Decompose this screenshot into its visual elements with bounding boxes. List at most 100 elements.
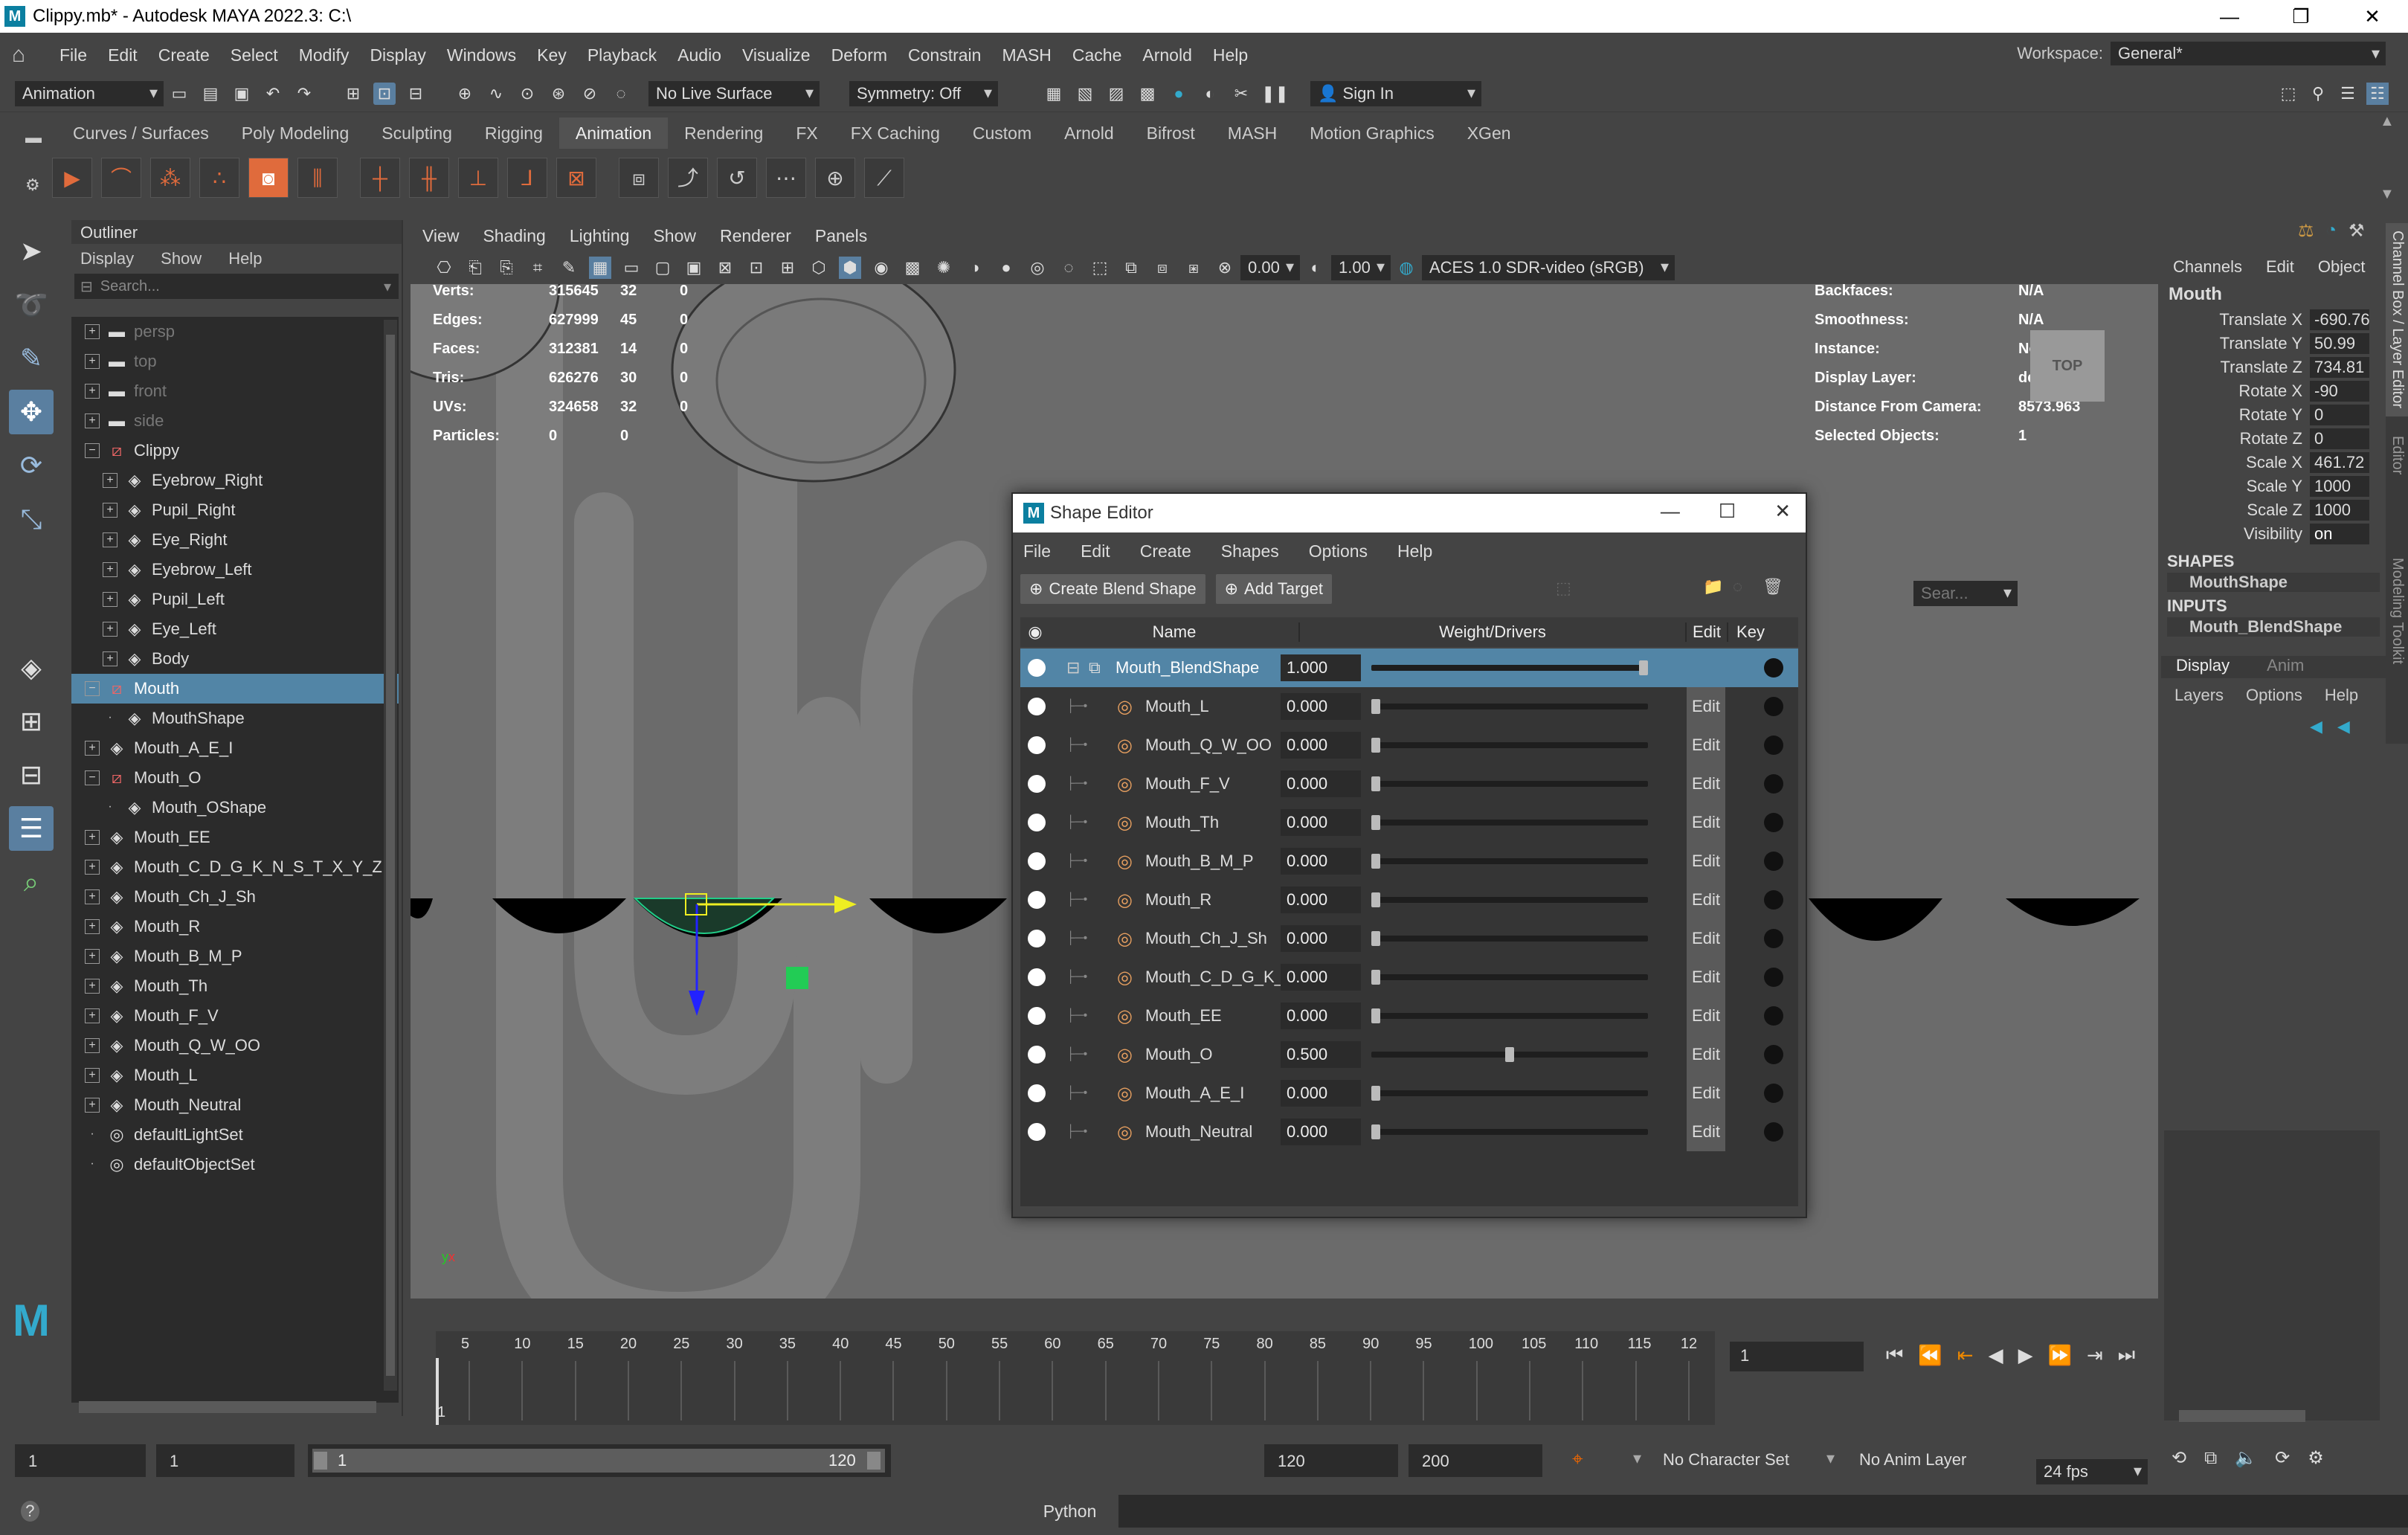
outliner-item[interactable]: − ⧄ Clippy bbox=[71, 436, 399, 466]
expand-toggle-icon[interactable]: + bbox=[85, 354, 100, 369]
anim-layer[interactable]: No Anim Layer bbox=[1859, 1450, 1966, 1470]
single-view-icon[interactable]: ◈ bbox=[9, 646, 54, 690]
key-button-icon[interactable] bbox=[1764, 1084, 1783, 1103]
channel-attr-value[interactable]: -690.76 bbox=[2310, 309, 2369, 330]
shape-menu-create[interactable]: Create bbox=[1140, 541, 1191, 561]
lights-icon[interactable]: ✺ bbox=[933, 257, 955, 279]
fps-dropdown[interactable]: 24 fps bbox=[2036, 1459, 2148, 1484]
create-blend-shape-button[interactable]: ⊕ Create Blend Shape bbox=[1020, 574, 1205, 604]
expand-toggle-icon[interactable]: + bbox=[103, 622, 117, 637]
cache-icon[interactable]: ⧉ bbox=[2204, 1448, 2217, 1469]
outliner-item[interactable]: + ▬ persp bbox=[71, 317, 399, 347]
shape-editor-minimize[interactable]: — bbox=[1661, 500, 1680, 523]
key-button-icon[interactable] bbox=[1764, 852, 1783, 871]
select-hierarchy-icon[interactable]: ⊞ bbox=[342, 83, 364, 105]
time-slider-track[interactable]: 1 5 10 15 20 25 30 35 40 45 50 55 60 65 70 75 80 85 90 95 10… bbox=[436, 1331, 1715, 1425]
select-tool-icon[interactable]: ➤ bbox=[9, 229, 54, 274]
outliner-item[interactable]: − ⧄ Mouth_O bbox=[71, 763, 399, 793]
character-set[interactable]: No Character Set bbox=[1663, 1450, 1789, 1470]
expand-toggle-icon[interactable]: + bbox=[85, 949, 100, 964]
menu-key[interactable]: Key bbox=[527, 45, 577, 65]
bind-skin-icon[interactable]: ⊠ bbox=[556, 158, 596, 198]
shape-node[interactable]: MouthShape bbox=[2167, 573, 2380, 592]
channel-hscrollbar[interactable] bbox=[2179, 1410, 2305, 1422]
weight-slider-handle[interactable] bbox=[1371, 699, 1380, 714]
safe-title-icon[interactable]: ⊞ bbox=[776, 257, 799, 279]
tab-display[interactable]: Display bbox=[2176, 656, 2230, 678]
edit-target-button[interactable]: Edit bbox=[1687, 842, 1725, 881]
expand-toggle-icon[interactable]: + bbox=[103, 651, 117, 666]
time-slider[interactable]: 1 5 10 15 20 25 30 35 40 45 50 55 60 65 70 75 80 85 90 95 10… bbox=[413, 1324, 2161, 1435]
key-button-icon[interactable] bbox=[1764, 774, 1783, 794]
grid-icon[interactable]: ▦ bbox=[589, 257, 611, 279]
unghost-icon[interactable]: ∴ bbox=[199, 158, 239, 198]
play-backward-icon[interactable]: ◀ bbox=[1989, 1344, 2003, 1367]
close-button[interactable]: ✕ bbox=[2337, 0, 2408, 33]
step-forward-frame-icon[interactable]: ⇥ bbox=[2087, 1344, 2103, 1367]
expand-toggle-icon[interactable]: + bbox=[85, 919, 100, 934]
weight-field[interactable]: 0.500 bbox=[1281, 1041, 1361, 1068]
keyframe-icon[interactable]: ⫼ bbox=[297, 158, 338, 198]
weight-slider-handle[interactable] bbox=[1371, 815, 1380, 830]
edit-target-button[interactable]: Edit bbox=[1687, 803, 1725, 842]
open-scene-icon[interactable]: ▤ bbox=[199, 83, 222, 105]
shelf-tab-curves-surfaces[interactable]: Curves / Surfaces bbox=[57, 118, 225, 149]
auto-key-icon[interactable]: ⌖ bbox=[1572, 1447, 1583, 1471]
channel-attr-value[interactable]: 50.99 bbox=[2310, 333, 2369, 354]
command-input[interactable] bbox=[1118, 1495, 2408, 1528]
target-row[interactable]: ├─• ◎ Mouth_C_D_G_K_ 0.000 Edit bbox=[1020, 958, 1798, 997]
minimize-button[interactable]: — bbox=[2194, 0, 2265, 33]
weight-slider-handle[interactable] bbox=[1371, 970, 1380, 985]
viewport-menu-show[interactable]: Show bbox=[641, 226, 708, 246]
add-target-button[interactable]: ⊕ Add Target bbox=[1215, 574, 1333, 604]
channel-attr-value[interactable]: 0 bbox=[2310, 428, 2369, 449]
expand-toggle-icon[interactable]: − bbox=[85, 443, 100, 458]
visibility-toggle-icon[interactable] bbox=[1028, 698, 1046, 715]
outliner-item[interactable]: + ◈ Eye_Right bbox=[71, 525, 399, 555]
redo-icon[interactable]: ↷ bbox=[293, 83, 315, 105]
symmetry-dropdown[interactable]: Symmetry: Off bbox=[849, 81, 998, 106]
loop-icon[interactable]: ⟲ bbox=[2172, 1447, 2186, 1469]
ipr-render-icon[interactable]: ▨ bbox=[1105, 83, 1127, 105]
channel-attr-value[interactable]: 734.81 bbox=[2310, 357, 2369, 378]
scale-tool-icon[interactable]: ⤡ bbox=[9, 497, 54, 541]
camera-select-icon[interactable]: ⎔ bbox=[433, 257, 455, 279]
menu-edit[interactable]: Edit bbox=[97, 45, 148, 65]
snap-surface-icon[interactable]: ⊘ bbox=[579, 83, 601, 105]
lasso-tool-icon[interactable]: ➰ bbox=[9, 283, 54, 327]
near-clip-icon[interactable]: ⊗ bbox=[1214, 257, 1236, 279]
live-surface-dropdown[interactable]: No Live Surface bbox=[648, 81, 820, 106]
channel-tab-channels[interactable]: Channels bbox=[2173, 257, 2242, 277]
anim-layer-menu-icon[interactable]: ▾ bbox=[1826, 1449, 1835, 1468]
weight-slider-handle[interactable] bbox=[1371, 892, 1380, 907]
safe-action-icon[interactable]: ⊡ bbox=[745, 257, 767, 279]
wireframe-icon[interactable]: ⬡ bbox=[808, 257, 830, 279]
visibility-toggle-icon[interactable] bbox=[1028, 659, 1046, 677]
outliner-item[interactable]: + ◈ Eye_Left bbox=[71, 614, 399, 644]
xray-joints-icon[interactable]: ⧈ bbox=[1151, 257, 1174, 279]
outliner-item[interactable]: + ◈ Pupil_Left bbox=[71, 585, 399, 614]
visibility-toggle-icon[interactable] bbox=[1028, 736, 1046, 754]
expand-toggle-icon[interactable]: + bbox=[103, 473, 117, 488]
target-row[interactable]: ├─• ◎ Mouth_A_E_I 0.000 Edit bbox=[1020, 1074, 1798, 1113]
expand-toggle-icon[interactable]: + bbox=[85, 1008, 100, 1023]
expand-toggle-icon[interactable]: − bbox=[85, 681, 100, 696]
wrap-icon[interactable]: ⟋ bbox=[864, 158, 904, 198]
motion-trail-icon[interactable]: ⌒ bbox=[101, 158, 141, 198]
bend-icon[interactable]: ↺ bbox=[717, 158, 757, 198]
weight-field[interactable]: 0.000 bbox=[1281, 925, 1361, 952]
viewport-menu-lighting[interactable]: Lighting bbox=[558, 226, 642, 246]
range-end-grip[interactable] bbox=[867, 1452, 881, 1470]
outliner-item[interactable]: + ◈ Pupil_Right bbox=[71, 495, 399, 525]
grease-pencil-icon[interactable]: ✎ bbox=[558, 257, 580, 279]
expand-toggle-icon[interactable]: + bbox=[85, 889, 100, 904]
tool-settings-icon[interactable]: ⚒ bbox=[2349, 220, 2365, 242]
weight-slider-track[interactable] bbox=[1371, 1013, 1648, 1019]
edit-target-button[interactable]: Edit bbox=[1687, 919, 1725, 958]
weight-field[interactable]: 0.000 bbox=[1281, 693, 1361, 720]
menuset-dropdown[interactable]: Animation bbox=[15, 81, 164, 106]
weight-slider-track[interactable] bbox=[1371, 665, 1648, 671]
outliner-item[interactable]: + ◈ Mouth_Neutral bbox=[71, 1090, 399, 1120]
tab-modeling-toolkit[interactable]: Modeling Toolkit bbox=[2386, 550, 2408, 699]
maximize-button[interactable]: ❐ bbox=[2265, 0, 2337, 33]
